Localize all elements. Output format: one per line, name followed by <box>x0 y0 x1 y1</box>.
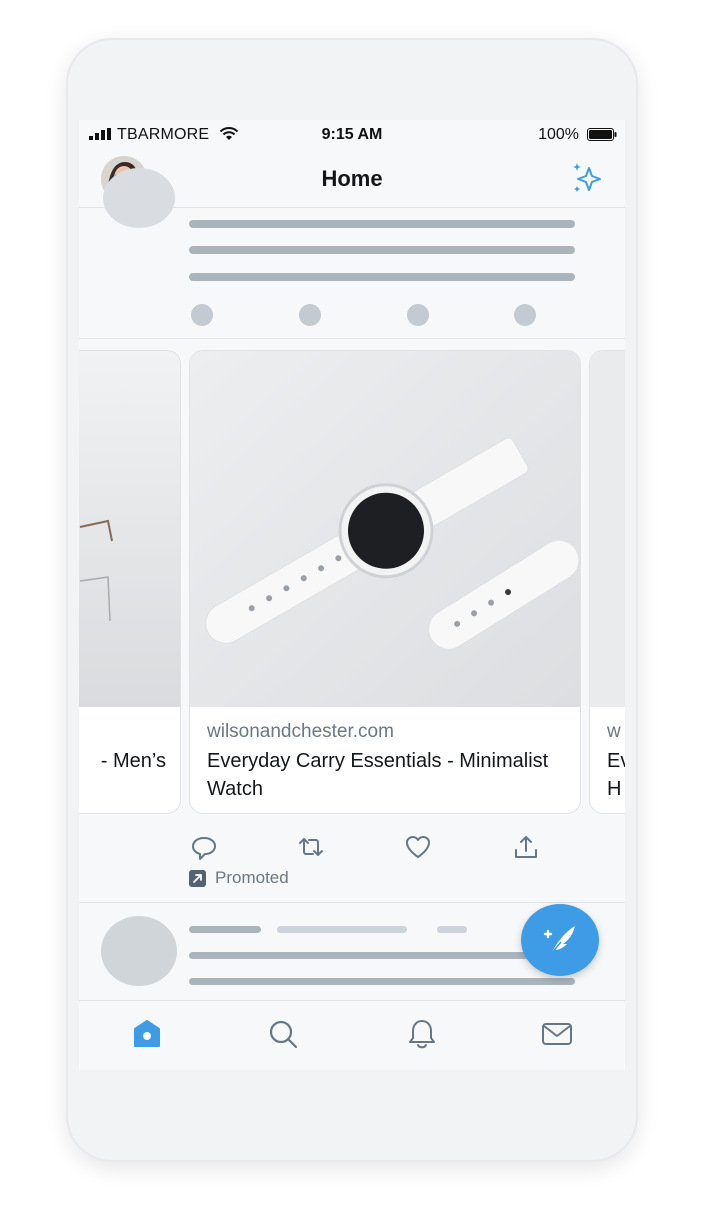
app-screen: TBARMORE 9:15 AM 100% Home - Men’s wilso… <box>79 120 625 1070</box>
placeholder-avatar <box>103 168 175 228</box>
placeholder-line <box>277 926 407 933</box>
share-icon[interactable] <box>511 832 541 862</box>
promoted-icon <box>189 870 206 887</box>
card-title: Everyday Carry Essentials - Minimalist W… <box>207 750 549 800</box>
carousel-card-main[interactable]: wilsonandchester.com Everyday Carry Esse… <box>189 350 581 814</box>
promoted-label: Promoted <box>215 868 289 887</box>
notifications-icon[interactable] <box>405 1017 439 1051</box>
home-icon[interactable] <box>130 1017 164 1051</box>
product-image <box>79 351 180 707</box>
placeholder-line <box>189 220 575 228</box>
placeholder-avatar <box>101 916 177 986</box>
tweet-actions <box>189 832 539 862</box>
reply-icon[interactable] <box>189 832 219 862</box>
placeholder-line <box>189 926 261 933</box>
card-title: - Men’s <box>100 750 166 772</box>
placeholder-line <box>189 978 575 985</box>
bottom-tab-bar <box>79 1000 625 1070</box>
product-image <box>190 351 580 707</box>
retweet-icon[interactable] <box>296 832 326 862</box>
placeholder-line <box>189 246 575 254</box>
heart-icon[interactable] <box>403 832 433 862</box>
battery-icon <box>587 128 617 141</box>
sparkle-icon[interactable] <box>569 160 605 196</box>
placeholder-line <box>437 926 467 933</box>
carousel-card-right[interactable]: w Ev H <box>589 350 625 814</box>
compose-button[interactable] <box>521 904 599 976</box>
card-domain: w <box>607 721 621 742</box>
messages-icon[interactable] <box>540 1017 574 1051</box>
status-bar: TBARMORE 9:15 AM 100% <box>79 120 625 150</box>
search-icon[interactable] <box>266 1017 300 1051</box>
compose-feather-icon <box>543 926 575 955</box>
placeholder-action-dot <box>191 304 213 326</box>
carousel-card-left[interactable]: - Men’s <box>79 350 181 814</box>
placeholder-action-dot <box>514 304 536 326</box>
placeholder-action-dot <box>299 304 321 326</box>
battery-percent: 100% <box>538 126 579 143</box>
card-domain: wilsonandchester.com <box>207 721 394 742</box>
placeholder-line <box>189 952 575 959</box>
placeholder-action-dot <box>407 304 429 326</box>
placeholder-tweet <box>79 168 625 339</box>
divider <box>79 902 625 903</box>
placeholder-line <box>189 273 575 281</box>
card-title: Ev H <box>607 750 625 800</box>
product-image <box>590 351 625 707</box>
